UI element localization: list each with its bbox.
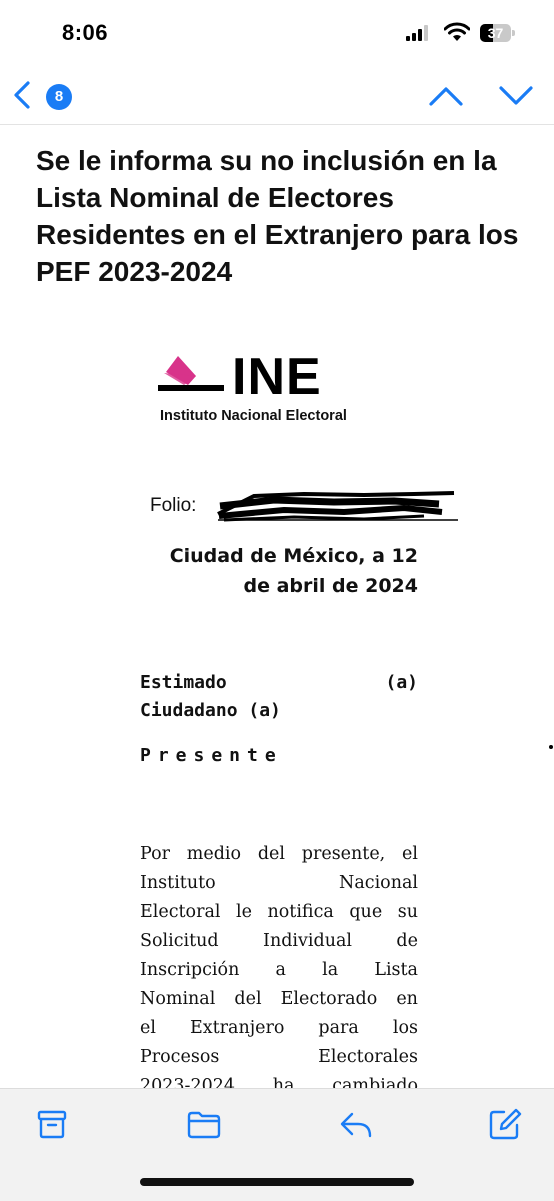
email-body: Por medio del presente, el Instituto Nacional…	[140, 840, 418, 1101]
ine-logo-letters: INE	[232, 348, 322, 406]
body-line: Instituto Nacional	[140, 873, 418, 893]
wifi-icon	[443, 22, 471, 42]
greeting-estimado: Estimado	[140, 672, 227, 693]
body-line: Por medio del presente, el	[140, 844, 418, 864]
previous-message-chevron-up-icon[interactable]	[428, 84, 464, 108]
body-line: el Extranjero para los	[140, 1018, 418, 1038]
body-line: Nominal del Electorado en	[140, 989, 418, 1009]
mail-nav-bar: 8	[0, 62, 554, 125]
compose-icon[interactable]	[488, 1107, 524, 1141]
body-line: Electoral le notifica que su	[140, 902, 418, 922]
greeting-line-1: Estimado (a)	[140, 672, 418, 693]
email-subject: Se le informa su no inclusión en la List…	[36, 145, 519, 287]
battery-level: 37	[487, 25, 504, 41]
reply-icon[interactable]	[338, 1107, 374, 1141]
archive-icon[interactable]	[36, 1107, 72, 1141]
body-line: Inscripción a la Lista	[140, 960, 418, 980]
ine-logo-name: Instituto Nacional Electoral	[160, 408, 347, 424]
date-line-2: de abril de 2024	[243, 575, 418, 597]
folder-icon[interactable]	[186, 1107, 222, 1141]
folio-label: Folio:	[150, 495, 197, 516]
greeting-suffix: (a)	[385, 672, 418, 693]
folio-redaction-scribble	[214, 486, 459, 526]
body-line: Solicitud Individual de	[140, 931, 418, 951]
date-line-1: Ciudad de México, a 12	[169, 545, 418, 567]
scroll-marker	[549, 745, 553, 749]
cellular-signal-icon	[406, 25, 432, 41]
next-message-chevron-down-icon[interactable]	[498, 84, 534, 108]
body-line: Procesos Electorales	[140, 1047, 418, 1067]
greeting-ciudadano: Ciudadano (a)	[140, 700, 281, 721]
presente-heading: Presente	[140, 745, 283, 766]
back-chevron-icon[interactable]	[10, 80, 34, 110]
status-bar: 8:06 37	[0, 0, 554, 62]
ballot-box-icon	[158, 352, 230, 402]
status-time: 8:06	[62, 20, 109, 45]
ine-logo: INE Instituto Nacional Electoral	[158, 348, 398, 428]
battery-icon: 37	[480, 24, 516, 42]
back-count-badge[interactable]: 8	[46, 84, 72, 110]
home-indicator	[140, 1178, 414, 1186]
greeting-line-2: Ciudadano (a)	[140, 700, 418, 721]
